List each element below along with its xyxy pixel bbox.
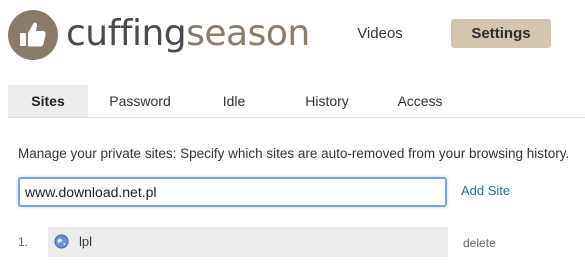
site-index: 1.	[18, 235, 29, 249]
globe-icon	[54, 234, 69, 249]
site-url-input[interactable]	[18, 177, 447, 207]
brand-part-1: cuffing	[66, 13, 187, 54]
tab-idle[interactable]: Idle	[194, 85, 274, 117]
tab-sites[interactable]: Sites	[8, 85, 88, 117]
nav-settings-button[interactable]: Settings	[451, 19, 551, 48]
sites-description: Manage your private sites: Specify which…	[18, 146, 570, 161]
header: cuffingseason Videos Settings	[0, 0, 585, 70]
nav-videos-link[interactable]: Videos	[340, 19, 420, 48]
tab-password[interactable]: Password	[100, 85, 180, 117]
thumbs-up-logo-icon	[8, 10, 58, 60]
tab-access[interactable]: Access	[380, 85, 460, 117]
brand-part-2: season	[186, 13, 310, 54]
add-site-link[interactable]: Add Site	[461, 183, 510, 198]
site-list-item: 1. lpl delete	[18, 227, 578, 257]
tab-history[interactable]: History	[287, 85, 367, 117]
delete-site-link[interactable]: delete	[463, 236, 496, 250]
site-entry: lpl	[48, 227, 448, 257]
brand-wordmark: cuffingseason	[66, 12, 310, 56]
site-label: lpl	[79, 234, 93, 249]
settings-tabs: Sites Password Idle History Access	[8, 85, 585, 118]
